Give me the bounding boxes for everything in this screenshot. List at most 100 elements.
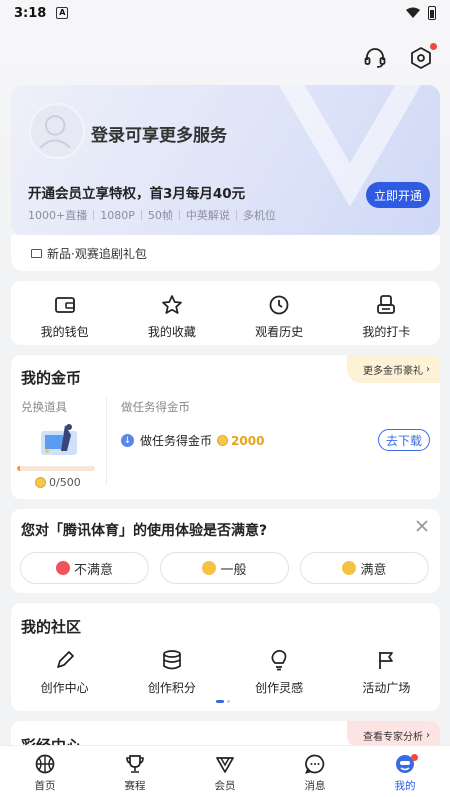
quick-link-label: 我的收藏 [147,325,196,339]
task-row: ↓ 做任务得金币 2000 [121,432,264,449]
prize-image[interactable] [37,421,81,459]
tab-messages[interactable]: 消息 [270,746,360,797]
survey-option-label: 一般 [220,562,247,578]
bulb-icon [271,649,287,671]
default-avatar-icon [39,115,71,149]
settings-badge [430,43,437,50]
battery-icon [428,6,436,20]
coins-card: 我的金币 更多金币豪礼 › 兑换道具 0/500 做任务得金币 ↓ 做任务得金币… [11,355,440,499]
divider [106,397,107,485]
coins-title: 我的金币 [21,369,82,387]
settings-button[interactable] [408,43,437,71]
trophy-icon [126,755,144,773]
community-item-label: 创作灵感 [255,681,304,695]
download-arrow-icon: ↓ [121,434,134,447]
tab-home[interactable]: 首页 [0,746,90,797]
community-items: 创作中心 创作积分 创作灵感 活动广场 [11,649,440,696]
diamond-icon [216,757,234,773]
community-card: 我的社区 创作中心 创作积分 创作灵感 活动广场 [11,603,440,711]
tab-membership[interactable]: 会员 [180,746,270,797]
tab-profile[interactable]: 我的 [360,746,450,797]
community-item-creation-center[interactable]: 创作中心 [11,649,118,696]
survey-card: 您对「腾讯体育」的使用体验是否满意? 不满意 一般 满意 [11,509,440,593]
tab-label: 会员 [214,780,236,792]
page-dot-active [216,700,224,703]
quick-link-label: 我的钱包 [40,325,89,339]
profile-badge [411,754,418,761]
feature-divider [93,210,95,220]
member-features: 1000+直播 1080P 50帧 中英解说 多机位 [28,207,276,223]
open-membership-button[interactable]: 立即开通 [366,182,430,208]
avatar[interactable] [29,103,85,159]
download-button[interactable]: 去下载 [378,429,430,451]
survey-option-label: 不满意 [73,562,113,578]
neutral-face-icon [202,561,217,575]
survey-option-label: 满意 [360,562,387,578]
tab-label: 消息 [304,780,326,792]
status-bar: 3:18 A [0,0,450,26]
pen-icon [56,651,74,668]
task-text: 做任务得金币 [140,434,213,448]
quick-link-wallet[interactable]: 我的钱包 [11,281,118,345]
survey-option-neutral[interactable]: 一般 [160,552,289,584]
community-item-label: 创作中心 [40,681,89,695]
coin-count-value: 0/500 [49,476,81,489]
member-card[interactable]: 登录可享更多服务 开通会员立享特权，首3月每月40元 1000+直播 1080P… [11,85,440,235]
more-coin-gifts-label: 更多金币豪礼 [363,365,423,377]
coin-icon [217,435,229,446]
survey-option-satisfied[interactable]: 满意 [300,552,429,584]
feature-divider [178,210,180,220]
quick-link-history[interactable]: 观看历史 [226,281,333,345]
chevron-right-icon: › [426,363,430,375]
clock-icon [269,295,289,315]
page-dot [227,700,230,703]
headset-icon [364,48,386,68]
survey-option-unsatisfied[interactable]: 不满意 [20,552,149,584]
community-item-label: 活动广场 [362,681,411,695]
gift-pack-label: 新品·观赛追剧礼包 [47,246,147,261]
feature-item: 1080P [100,208,135,222]
quick-link-label: 观看历史 [255,325,304,339]
close-icon[interactable] [414,518,430,534]
quick-link-checkin[interactable]: 我的打卡 [333,281,440,345]
feature-divider [140,210,142,220]
customer-service-button[interactable] [362,45,388,71]
coin-progress-bar [17,466,95,471]
coin-progress-fill [17,466,21,471]
feature-divider [235,210,237,220]
happy-face-icon [342,561,357,575]
star-icon [162,295,182,314]
chevron-right-icon: › [426,729,430,741]
community-item-inspiration[interactable]: 创作灵感 [226,649,333,696]
feature-item: 1000+直播 [28,209,88,222]
coin-count: 0/500 [35,476,81,489]
member-promo: 开通会员立享特权，首3月每月40元 [28,186,246,202]
community-item-label: 创作积分 [147,681,196,695]
checkin-icon [377,295,396,314]
login-title[interactable]: 登录可享更多服务 [91,121,227,146]
tab-schedule[interactable]: 赛程 [90,746,180,797]
community-title: 我的社区 [21,618,82,636]
tab-label: 我的 [394,780,416,792]
quick-link-favorites[interactable]: 我的收藏 [118,281,225,345]
quick-link-label: 我的打卡 [362,325,411,339]
tab-label: 赛程 [124,780,146,792]
wallet-icon [54,297,75,313]
wifi-icon [406,7,420,18]
gift-pack-bar[interactable]: 新品·观赛追剧礼包 [11,235,440,271]
page-indicator [216,700,230,703]
bottom-tab-bar: 首页 赛程 会员 消息 我的 [0,745,450,797]
more-coin-gifts-link[interactable]: 更多金币豪礼 › [347,355,440,383]
survey-options: 不满意 一般 满意 [20,552,429,584]
task-label: 做任务得金币 [121,400,190,414]
feature-item: 中英解说 [185,209,230,222]
flag-icon [379,652,394,669]
community-item-creation-points[interactable]: 创作积分 [118,649,225,696]
message-icon [305,754,325,774]
feature-item: 多机位 [242,209,276,222]
ticket-icon [31,248,42,258]
expert-analysis-label: 查看专家分析 [363,731,423,743]
notification-a-icon: A [56,7,69,19]
community-item-activity-plaza[interactable]: 活动广场 [333,649,440,696]
task-amount: 2000 [231,433,265,448]
